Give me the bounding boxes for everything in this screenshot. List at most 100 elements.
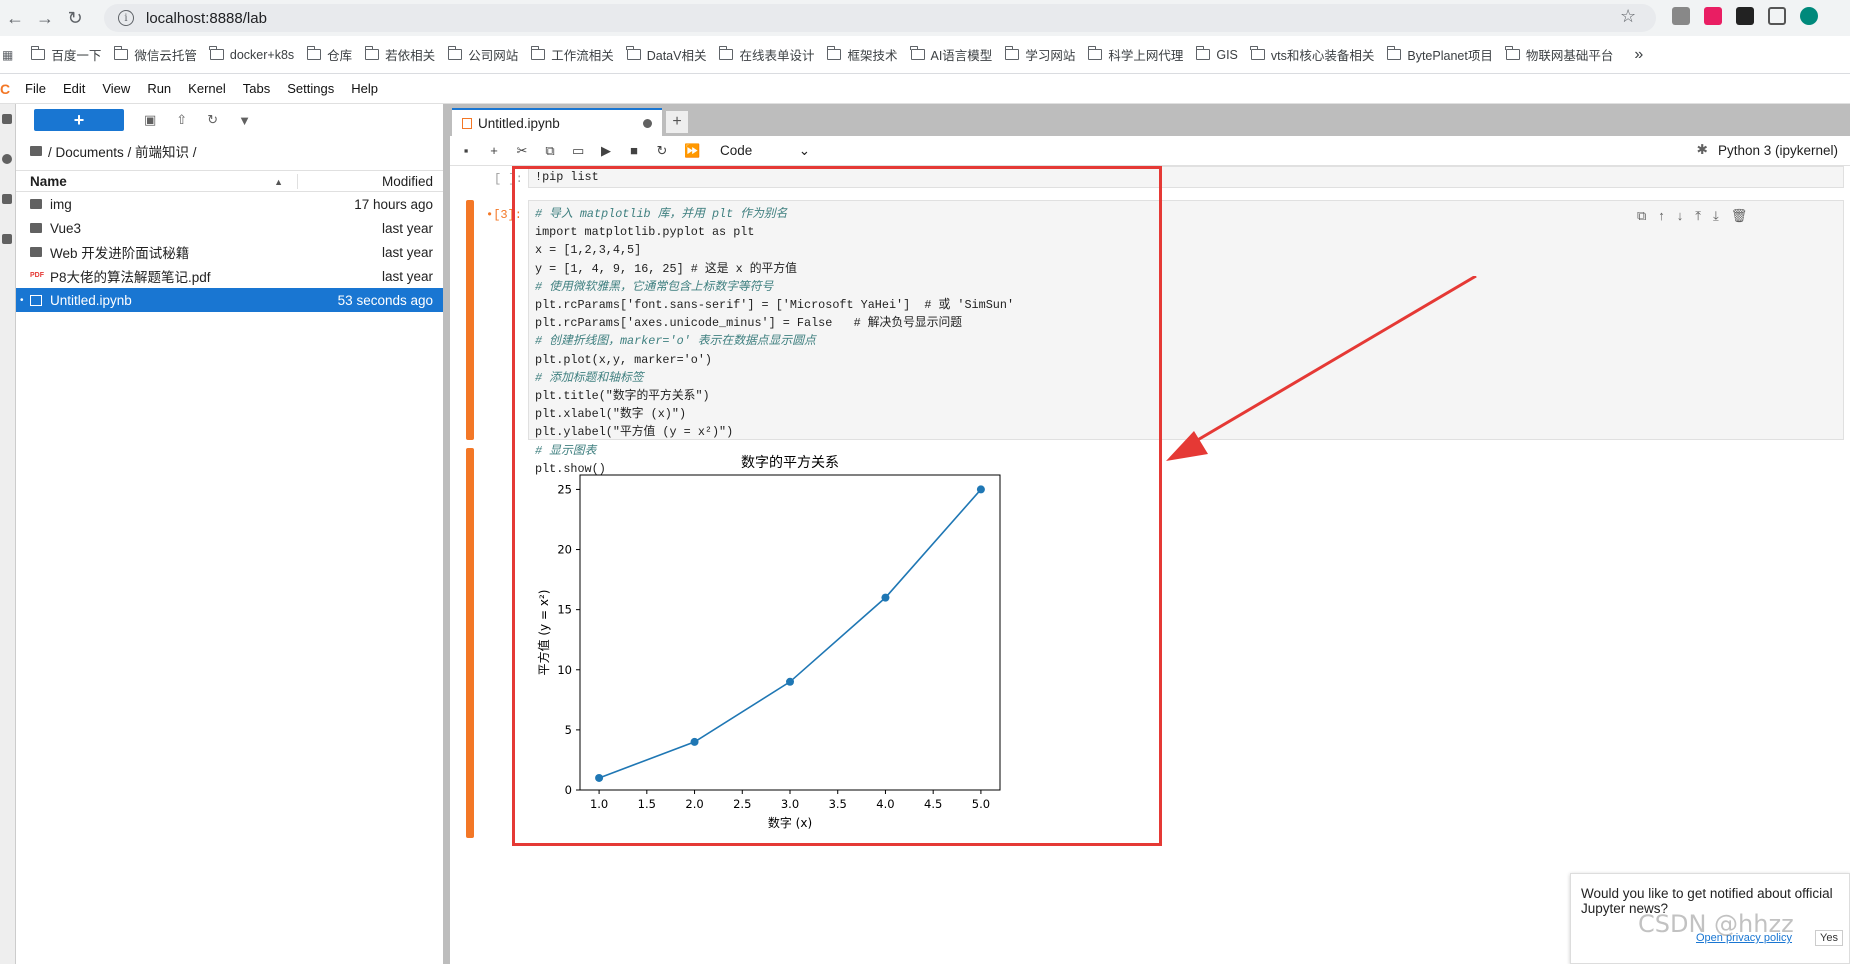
bookmark-label: docker+k8s [229,47,295,62]
file-row-untitled[interactable]: • Untitled.ipynb 53 seconds ago [16,288,443,312]
unsaved-dot-icon[interactable] [643,119,652,128]
cells-container: [ ]: !pip list •[3]: # 导入 matplotlib 库，并… [450,166,1850,964]
extension-icon[interactable] [1704,7,1722,25]
bookmark-label: 仓库 [327,49,353,63]
menu-view[interactable]: View [102,81,130,96]
cell-type-select[interactable]: Code ⌄ [720,143,810,159]
tab-untitled-ipynb[interactable]: Untitled.ipynb [452,108,662,136]
duplicate-cell-icon[interactable]: ⧉ [1637,208,1646,224]
insert-above-icon[interactable]: ⤒ [1695,208,1701,224]
kernel-status[interactable]: ✱ Python 3 (ipykernel) [1697,142,1838,158]
tab-bar: Untitled.ipynb + [450,104,1850,136]
profile-avatar[interactable] [1800,7,1818,25]
left-activity-bar [0,104,16,964]
bookmark-item[interactable]: DataV相关 [626,45,706,64]
column-name[interactable]: Name [16,173,298,189]
bookmark-item[interactable]: 百度一下 [30,45,101,64]
bookmark-item[interactable]: AI语言模型 [910,45,992,64]
file-name: img [50,196,72,212]
bookmark-item[interactable]: 科学上网代理 [1087,45,1184,64]
copy-icon[interactable]: ⧉ [544,143,556,159]
cell-type-value: Code [720,142,753,158]
bookmark-star-icon[interactable]: ☆ [1620,6,1636,27]
bookmark-item[interactable]: GIS [1195,45,1238,64]
bookmark-item[interactable]: 在线表单设计 [718,45,814,64]
menu-run[interactable]: Run [147,81,171,96]
file-row-web[interactable]: Web 开发进阶面试秘籍 last year [16,240,443,264]
folder-icon [447,46,463,60]
column-modified[interactable]: Modified [298,174,443,189]
paste-icon[interactable]: ▭ [572,143,584,159]
move-down-icon[interactable]: ↓ [1677,208,1684,224]
delete-cell-icon[interactable]: 🗑 [1731,208,1748,224]
run-icon[interactable]: ▶ [600,143,612,159]
back-icon[interactable]: ← [0,3,30,33]
menu-edit[interactable]: Edit [63,81,85,96]
bookmark-item[interactable]: 微信云托管 [113,45,197,64]
bookmark-item[interactable]: 物联网基础平台 [1505,45,1613,64]
folder-icon [30,146,42,156]
menu-help[interactable]: Help [351,81,378,96]
input-collapser[interactable] [466,200,474,440]
output-collapser[interactable] [466,448,474,838]
move-up-icon[interactable]: ↑ [1658,208,1665,224]
new-tab-button[interactable]: + [666,111,688,133]
debugger-icon[interactable]: ✱ [1697,142,1708,158]
menu-file[interactable]: File [25,81,46,96]
kernel-name: Python 3 (ipykernel) [1717,142,1838,158]
insert-cell-icon[interactable]: + [488,143,500,158]
running-icon[interactable] [2,154,12,164]
bookmark-label: 公司网站 [468,49,519,63]
reload-icon[interactable]: ↻ [60,3,90,33]
upload-icon[interactable]: ⇧ [176,112,187,128]
bookmark-item[interactable]: vts和核心装备相关 [1250,45,1374,64]
save-icon[interactable]: ▪ [460,143,472,158]
jupyter-logo-icon: C [0,80,11,97]
file-row-pdf[interactable]: PDF P8大佬的算法解题笔记.pdf last year [16,264,443,288]
menu-tabs[interactable]: Tabs [243,81,270,96]
cell-toolbar: ⧉ ↑ ↓ ⤒ ⤓ 🗑 [1637,208,1747,224]
apps-grid-icon[interactable]: ▦ [2,48,13,62]
cut-icon[interactable]: ✂ [516,143,528,159]
breadcrumb-path[interactable]: / Documents / 前端知识 / [48,141,197,161]
bookmark-item[interactable]: docker+k8s [209,45,295,64]
annotation-arrow-icon [1166,276,1477,461]
file-browser-icon[interactable] [2,114,12,124]
chevron-down-icon: ⌄ [798,142,810,158]
site-info-icon[interactable]: i [118,10,134,26]
restart-icon[interactable]: ↻ [656,143,668,159]
bookmark-item[interactable]: 仓库 [306,45,353,64]
stop-icon[interactable]: ■ [628,143,640,158]
file-row-img[interactable]: img 17 hours ago [16,192,443,216]
insert-below-icon[interactable]: ⤓ [1713,208,1719,224]
bookmarks-overflow-button[interactable]: » [1634,46,1643,64]
menu-settings[interactable]: Settings [287,81,334,96]
run-all-icon[interactable]: ⏩ [684,143,700,159]
address-bar[interactable]: i localhost:8888/lab [104,4,1656,32]
bookmark-label: 学习网站 [1025,49,1076,63]
extension-manager-icon[interactable] [2,234,12,244]
menu-kernel[interactable]: Kernel [188,81,226,96]
toc-icon[interactable] [2,194,12,204]
bookmark-item[interactable]: 学习网站 [1004,45,1076,64]
yes-button[interactable]: Yes [1815,930,1843,946]
new-launcher-button[interactable]: + [34,109,124,131]
bookmark-item[interactable]: BytePlanet项目 [1386,45,1493,64]
bookmark-label: 科学上网代理 [1108,49,1184,63]
bookmark-item[interactable]: 公司网站 [447,45,519,64]
bookmark-label: 若依相关 [385,49,436,63]
file-modified: 53 seconds ago [337,292,433,308]
extensions-puzzle-icon[interactable] [1768,7,1786,25]
extension-icon[interactable] [1672,7,1690,25]
refresh-icon[interactable]: ↻ [207,112,218,128]
forward-icon[interactable]: → [30,3,60,33]
bookmark-item[interactable]: 工作流相关 [530,45,614,64]
bookmark-item[interactable]: 若依相关 [364,45,436,64]
extension-icon[interactable] [1736,7,1754,25]
breadcrumb[interactable]: / Documents / 前端知识 / [16,136,443,166]
bookmark-item[interactable]: 框架技术 [826,45,898,64]
new-folder-icon[interactable]: ▣ [144,112,156,128]
file-row-vue3[interactable]: Vue3 last year [16,216,443,240]
filter-icon[interactable]: ▼ [238,113,251,128]
notebook-icon [462,117,472,129]
